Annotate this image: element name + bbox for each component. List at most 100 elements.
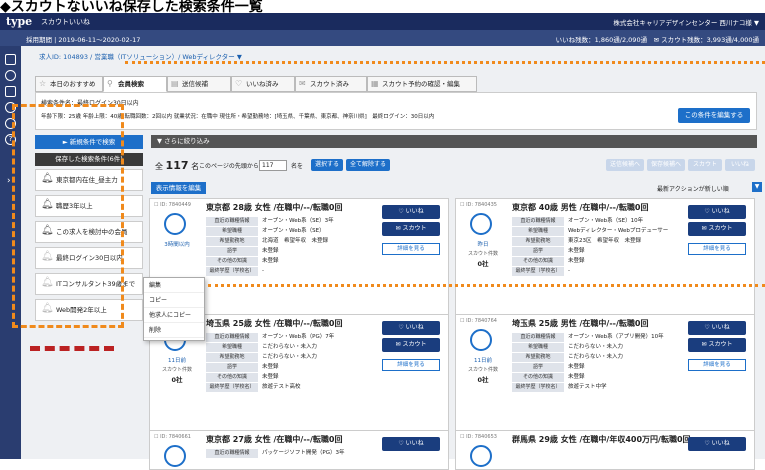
- profile-row: 語学 未登録: [512, 363, 686, 372]
- scout-button[interactable]: ✉ スカウト: [382, 338, 440, 352]
- tab-send-candidates[interactable]: ▤ 送信候補: [167, 76, 231, 92]
- profile-row: 語学 未登録: [512, 247, 686, 256]
- avatar: [470, 213, 492, 235]
- logo-subtitle: スカウトいいね: [41, 18, 90, 26]
- page-label: このページの先頭から: [199, 163, 259, 170]
- like-button[interactable]: ♡ いいね: [382, 321, 440, 335]
- chevron-right-icon[interactable]: ›: [7, 176, 11, 186]
- detail-button[interactable]: 詳細を見る: [688, 359, 746, 371]
- candidate-card: ☐ ID: 7840653 群馬県 29歳 女性 /在職中/年収400万円/転職…: [455, 430, 755, 470]
- refine-toggle[interactable]: ▼ さらに絞り込み: [151, 135, 757, 148]
- type-logo[interactable]: type: [6, 15, 32, 28]
- profile-row: 希望勤務地 東京23区 希望年収 未登録: [512, 237, 686, 246]
- candidate-id: ☐ ID: 7840653: [460, 434, 497, 440]
- account-menu[interactable]: 株式会社キャリアデザインセンター 西川ナコ様 ▼: [613, 17, 759, 27]
- page-suffix: 名を: [291, 163, 304, 170]
- candidate-card: ☐ ID: 7840661 東京都 27歳 女性 /在職中/--/転職0回 直近…: [149, 430, 449, 470]
- profile-row: 希望職種 こだわらない・未入力: [512, 343, 686, 352]
- menu-item-copy[interactable]: コピー: [144, 293, 204, 308]
- tab-liked[interactable]: ♡ いいね済み: [231, 76, 295, 92]
- detail-button[interactable]: 詳細を見る: [382, 243, 440, 255]
- sort-select[interactable]: 最新アクションが新しい順: [657, 184, 729, 193]
- main-area: 求人ID: 104893 / 営業職（ITソリューション）/ Webディレクター…: [21, 46, 765, 470]
- status-bar: 採用期間 | 2019-06-11〜2020-02-17 いいね残数：1,860…: [0, 30, 765, 46]
- recruit-period: 採用期間 | 2019-06-11〜2020-02-17: [26, 36, 141, 44]
- edit-condition-button[interactable]: この条件を編集する: [678, 108, 750, 123]
- like-button[interactable]: ♡ いいね: [688, 205, 746, 219]
- last-login: 3時間以内: [164, 242, 190, 248]
- user-icon[interactable]: [5, 70, 16, 81]
- candidate-title[interactable]: 東京都 28歳 女性 /在職中/--/転職0回: [206, 202, 386, 213]
- job-selector[interactable]: 求人ID: 104893 / 営業職（ITソリューション）/ Webディレクター…: [39, 51, 242, 61]
- like-button[interactable]: ♡ いいね: [688, 321, 746, 335]
- like-button[interactable]: ♡ いいね: [382, 437, 440, 451]
- like-button[interactable]: ♡ いいね: [688, 437, 746, 451]
- scout-count-label: スカウト件数: [467, 251, 498, 257]
- candidate-title[interactable]: 東京都 27歳 女性 /在職中/--/転職0回: [206, 434, 386, 445]
- tab-scouted[interactable]: ✉ スカウト済み: [295, 76, 367, 92]
- like-button[interactable]: ♡ いいね: [382, 205, 440, 219]
- tab-scout-reservations[interactable]: ▦ スカウト予約の確認・編集: [367, 76, 477, 92]
- mail-icon[interactable]: [5, 54, 16, 65]
- heart-icon: ♡: [235, 79, 243, 88]
- profile-row: 希望勤務地 こだわらない・未入力: [512, 353, 686, 362]
- profile-row: その他の知識 未登録: [512, 373, 686, 382]
- tab-member-search[interactable]: ⚲ 会員検索: [103, 76, 167, 92]
- bulk-scout-button[interactable]: スカウト: [688, 159, 722, 171]
- avatar: [164, 213, 186, 235]
- document-icon[interactable]: [5, 86, 16, 97]
- profile-row: 最終学歴（学校名） 旅遊テスト高校: [206, 383, 380, 392]
- last-login: 昨日: [477, 242, 489, 248]
- result-count: 全 117 名: [155, 159, 200, 172]
- chevron-down-icon[interactable]: ▼: [752, 182, 762, 192]
- app-header: type スカウトいいね 株式会社キャリアデザインセンター 西川ナコ様 ▼: [0, 13, 765, 30]
- detail-button[interactable]: 詳細を見る: [688, 243, 746, 255]
- profile-row: 最終学歴（学校名） 旅遊テスト中学: [512, 383, 686, 392]
- edit-display-button[interactable]: 表示情報を編集: [151, 182, 206, 194]
- menu-item-delete[interactable]: 削除: [144, 323, 204, 338]
- scout-count: 0社: [477, 260, 489, 268]
- candidate-title[interactable]: 群馬県 29歳 女性 /在職中/年収400万円/転職0回: [512, 434, 692, 445]
- candidate-title[interactable]: 埼玉県 25歳 女性 /在職中/--/転職0回: [206, 318, 386, 329]
- candidate-id: ☐ ID: 7840435: [460, 202, 497, 208]
- highlight-annotation-bottom: [30, 346, 114, 351]
- profile-row: 希望職種 オープン・Web系（SE）: [206, 227, 380, 236]
- profile-row: 直近の職種情報 オープン・Web系（アプリ開発）10年: [512, 333, 686, 342]
- clear-all-button[interactable]: 全て解除する: [346, 159, 390, 171]
- select-button[interactable]: 選択する: [311, 159, 343, 171]
- candidate-id: ☐ ID: 7840449: [154, 202, 191, 208]
- scout-button[interactable]: ✉ スカウト: [382, 222, 440, 236]
- profile-row: 最終学歴（学校名） -: [512, 267, 686, 276]
- scout-count-label: スカウト件数: [161, 367, 192, 373]
- profile-row: その他の知識 未登録: [206, 257, 380, 266]
- menu-item-edit[interactable]: 編集: [144, 278, 204, 293]
- mail-icon: ✉: [299, 79, 306, 88]
- profile-row: 希望勤務地 こだわらない・未入力: [206, 353, 380, 362]
- scout-button[interactable]: ✉ スカウト: [688, 222, 746, 236]
- profile-row: 語学 未登録: [206, 363, 380, 372]
- last-login: 11日前: [474, 358, 492, 364]
- tab-recommend[interactable]: ☆ 本日のおすすめ: [35, 76, 103, 92]
- candidate-title[interactable]: 東京都 40歳 男性 /在職中/--/転職0回: [512, 202, 692, 213]
- calendar-icon: ▦: [371, 79, 379, 88]
- search-icon: ⚲: [107, 79, 113, 88]
- profile-row: 直近の職種情報 オープン・Web系（PG）7年: [206, 333, 380, 342]
- candidate-card: ☐ ID: 7840764 11日前 スカウト件数 0社 埼玉県 25歳 男性 …: [455, 314, 755, 438]
- profile-row: 語学 未登録: [206, 247, 380, 256]
- scout-count: 0社: [477, 376, 489, 384]
- scout-count: 0社: [171, 376, 183, 384]
- menu-item-copy-to-job[interactable]: 他求人にコピー: [144, 308, 204, 323]
- detail-button[interactable]: 詳細を見る: [382, 359, 440, 371]
- candidate-title[interactable]: 埼玉県 25歳 男性 /在職中/--/転職0回: [512, 318, 692, 329]
- result-toolbar: 全 117 名 このページの先頭から 117 名を 選択する 全て解除する 送信…: [151, 158, 757, 173]
- select-count-input[interactable]: 117: [259, 160, 287, 171]
- avatar: [470, 445, 492, 467]
- last-login: 11日前: [168, 358, 186, 364]
- bulk-like-button[interactable]: いいね: [725, 159, 755, 171]
- profile-row: 希望職種 Webディレクター・Webプロデューサー: [512, 227, 686, 236]
- profile-row: 直近の職種情報 オープン・Web系（SE）10年: [512, 217, 686, 226]
- to-save-candidates-button[interactable]: 保存候補へ: [647, 159, 685, 171]
- to-send-candidates-button[interactable]: 送信候補へ: [606, 159, 644, 171]
- dotted-annotation-line: [125, 61, 765, 64]
- scout-button[interactable]: ✉ スカウト: [688, 338, 746, 352]
